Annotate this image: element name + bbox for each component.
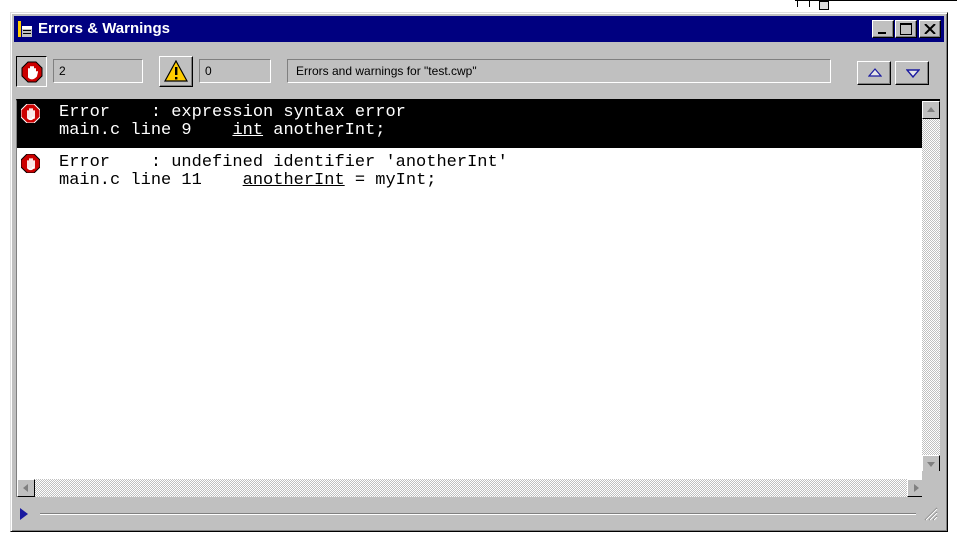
message-list[interactable]: Error : expression syntax error main.c l… [16,99,940,497]
close-icon [924,24,936,34]
message-row[interactable]: Error : undefined identifier 'anotherInt… [17,151,925,198]
stop-hand-icon [21,104,40,123]
status-message: Errors and warnings for "test.cwp" [287,59,831,83]
previous-message-button[interactable] [857,61,891,85]
expand-source-icon[interactable] [20,508,28,520]
code-token[interactable]: anotherInt [243,171,345,190]
vertical-scrollbar[interactable] [922,101,940,473]
window-title: Errors & Warnings [38,20,170,37]
stop-hand-icon [21,154,40,173]
next-arrow-icon [906,69,920,78]
errors-warnings-window: Errors & Warnings 2 0 Errors and warning… [10,12,948,532]
message-row[interactable]: Error : expression syntax error main.c l… [17,101,925,148]
close-button[interactable] [919,20,941,38]
message-location: main.c line 9 int anotherInt; [59,122,385,140]
previous-arrow-icon [868,68,882,77]
title-bar[interactable]: Errors & Warnings [14,16,944,42]
code-rest: = myInt; [344,171,437,190]
message-text: Error : expression syntax error [59,103,406,122]
horizontal-scrollbar[interactable] [17,479,925,497]
code-rest: anotherInt; [263,121,386,140]
location-text: main.c line 9 [59,121,233,140]
down-arrow-icon [927,462,935,467]
code-token[interactable]: int [232,121,263,140]
next-message-button[interactable] [895,61,929,85]
warning-count-field: 0 [199,59,271,83]
location-text: main.c line 11 [59,171,243,190]
scroll-left-button[interactable] [17,479,35,497]
warning-triangle-icon [164,60,188,82]
message-text: Error : undefined identifier 'anotherInt… [59,153,508,172]
source-pane-bar [16,501,940,527]
window-menu-icon[interactable] [18,21,32,37]
warnings-filter-button[interactable] [159,56,193,87]
message-location: main.c line 11 anotherInt = myInt; [59,172,437,190]
maximize-button[interactable] [895,20,917,38]
resize-grip-icon[interactable] [922,505,938,521]
error-count-field: 2 [53,59,143,83]
scroll-up-button[interactable] [922,101,940,119]
scrollbar-corner [922,471,940,497]
left-arrow-icon [23,484,28,492]
errors-filter-button[interactable] [16,56,47,87]
up-arrow-icon [927,107,935,112]
pane-divider[interactable] [40,513,916,515]
minimize-button[interactable] [872,20,894,38]
background-window-fragment [795,0,957,11]
stop-hand-icon [21,61,43,83]
